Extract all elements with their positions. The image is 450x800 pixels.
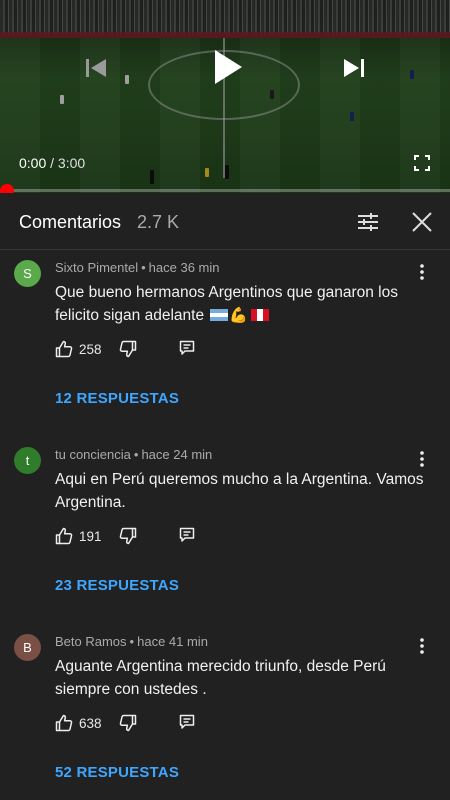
meta-separator: • bbox=[133, 447, 139, 462]
avatar-letter: S bbox=[23, 266, 32, 281]
comment-item: B Beto Ramos • hace 41 min Aguante Argenti… bbox=[0, 624, 450, 800]
reply-button[interactable] bbox=[179, 714, 195, 730]
duration: 3:00 bbox=[57, 155, 86, 171]
comment-more-button[interactable] bbox=[412, 636, 432, 656]
avatar[interactable]: B bbox=[14, 634, 41, 661]
avatar[interactable]: t bbox=[14, 447, 41, 474]
like-count: 638 bbox=[79, 715, 102, 731]
comment-time: hace 41 min bbox=[137, 634, 208, 649]
comment-author[interactable]: tu conciencia bbox=[55, 447, 131, 462]
current-time: 0:00 bbox=[19, 155, 47, 171]
sort-filter-icon bbox=[358, 213, 378, 231]
comment-more-button[interactable] bbox=[412, 449, 432, 469]
comments-title: Comentarios bbox=[19, 212, 122, 232]
comment-meta: tu conciencia • hace 24 min bbox=[55, 447, 212, 462]
thumbs-down-icon bbox=[119, 340, 137, 358]
avatar-letter: B bbox=[23, 640, 32, 655]
thumbs-up-icon bbox=[55, 340, 73, 358]
view-replies-button[interactable]: 12 RESPUESTAS bbox=[55, 390, 179, 407]
dislike-button[interactable] bbox=[119, 527, 137, 545]
like-button[interactable]: 191 bbox=[55, 527, 102, 545]
avatar[interactable]: S bbox=[14, 260, 41, 287]
fullscreen-icon bbox=[414, 155, 430, 171]
comments-header: Comentarios 2.7 K bbox=[0, 193, 450, 250]
comment-meta: Beto Ramos • hace 41 min bbox=[55, 634, 208, 649]
thumbs-down-icon bbox=[119, 714, 137, 732]
reply-button[interactable] bbox=[179, 340, 195, 356]
close-comments-button[interactable] bbox=[408, 209, 436, 235]
fullscreen-button[interactable] bbox=[410, 152, 434, 174]
comment-item: t tu conciencia • hace 24 min Aqui en Perú… bbox=[0, 437, 450, 624]
skip-previous-button[interactable] bbox=[82, 55, 110, 81]
comment-text-block: Aguante Argentina merecido triunfo, desd… bbox=[55, 655, 425, 701]
skip-next-button[interactable] bbox=[340, 55, 368, 81]
view-replies-button[interactable]: 52 RESPUESTAS bbox=[55, 764, 179, 781]
argentina-flag-emoji bbox=[210, 309, 229, 321]
comment-author[interactable]: Beto Ramos bbox=[55, 634, 127, 649]
comment-actions: 258 bbox=[55, 340, 415, 362]
skip-previous-icon bbox=[86, 59, 106, 77]
comment-text-block: Aqui en Perú queremos mucho a la Argenti… bbox=[55, 468, 425, 514]
comment-time: hace 36 min bbox=[148, 260, 220, 275]
view-replies-button[interactable]: 23 RESPUESTAS bbox=[55, 577, 179, 594]
playback-time: 0:00 / 3:00 bbox=[19, 155, 85, 171]
skip-next-icon bbox=[344, 59, 364, 77]
reply-button[interactable] bbox=[179, 527, 195, 543]
time-separator: / bbox=[46, 155, 58, 171]
thumbs-up-icon bbox=[55, 527, 73, 545]
play-button[interactable] bbox=[208, 46, 248, 88]
like-button[interactable]: 258 bbox=[55, 340, 102, 358]
more-vert-icon bbox=[420, 638, 424, 654]
comment-item: S Sixto Pimentel • hace 36 min Que bueno h… bbox=[0, 250, 450, 437]
dislike-button[interactable] bbox=[119, 714, 137, 732]
more-vert-icon bbox=[420, 264, 424, 280]
comment-meta: Sixto Pimentel • hace 36 min bbox=[55, 260, 219, 275]
sort-filter-button[interactable] bbox=[354, 209, 382, 235]
comment-time: hace 24 min bbox=[141, 447, 213, 462]
close-icon bbox=[412, 212, 432, 232]
comment-more-button[interactable] bbox=[412, 262, 432, 282]
comment-text: Aguante Argentina merecido triunfo, desd… bbox=[55, 658, 386, 698]
dislike-button[interactable] bbox=[119, 340, 137, 358]
peru-flag-emoji bbox=[251, 309, 270, 321]
reply-comment-icon bbox=[179, 714, 195, 729]
avatar-letter: t bbox=[25, 453, 30, 468]
comment-actions: 191 bbox=[55, 527, 415, 549]
comment-text: Aqui en Perú queremos mucho a la Argenti… bbox=[55, 471, 424, 511]
progress-bar[interactable] bbox=[0, 189, 450, 192]
like-button[interactable]: 638 bbox=[55, 714, 102, 732]
like-count: 258 bbox=[79, 341, 102, 357]
reply-comment-icon bbox=[179, 527, 195, 542]
thumbs-down-icon bbox=[119, 527, 137, 545]
comment-actions: 638 bbox=[55, 714, 415, 736]
comments-count: 2.7 K bbox=[137, 212, 180, 232]
like-count: 191 bbox=[79, 528, 102, 544]
flexed-biceps-emoji: 💪 bbox=[229, 307, 249, 324]
reply-comment-icon bbox=[179, 340, 195, 355]
comment-text-block: Que bueno hermanos Argentinos que ganaro… bbox=[55, 281, 425, 327]
thumbs-up-icon bbox=[55, 714, 73, 732]
more-vert-icon bbox=[420, 451, 424, 467]
play-icon bbox=[215, 50, 242, 84]
video-player[interactable]: 0:00 / 3:00 bbox=[0, 0, 450, 193]
meta-separator: • bbox=[129, 634, 135, 649]
comment-author[interactable]: Sixto Pimentel bbox=[55, 260, 138, 275]
meta-separator: • bbox=[141, 260, 146, 275]
